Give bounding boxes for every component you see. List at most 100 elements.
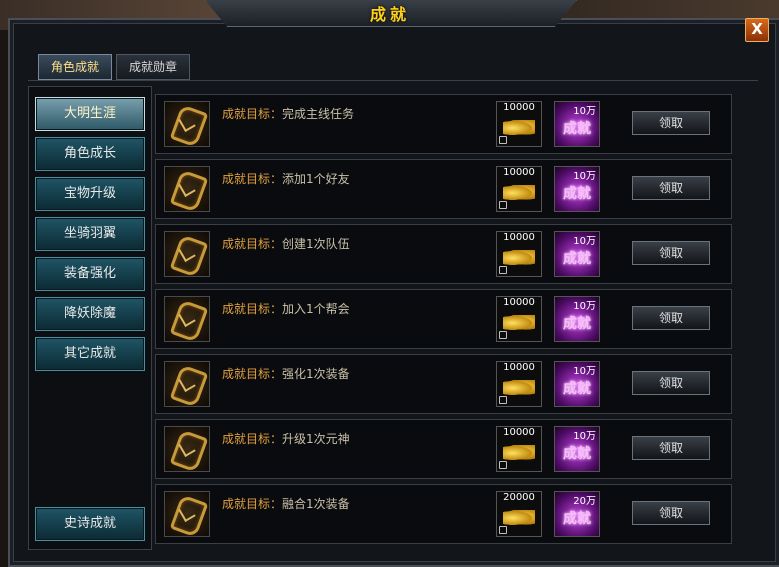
category-growth[interactable]: 角色成长 <box>35 137 145 171</box>
tab-achievement-medals[interactable]: 成就勋章 <box>116 54 190 80</box>
goal-prefix: 成就目标： <box>222 367 283 381</box>
achievement-row: 成就目标：强化1次装备 10000 10万成就 领取 <box>155 354 732 414</box>
claim-button[interactable]: 领取 <box>632 501 710 525</box>
gold-amount: 10000 <box>503 232 535 243</box>
tab-bar: 角色成就 成就勋章 <box>28 50 758 81</box>
achievement-icon <box>164 361 210 408</box>
points-amount: 20万 <box>573 496 596 507</box>
achievement-row: 成就目标：升级1次元神 10000 10万成就 领取 <box>155 419 732 479</box>
achievement-points-reward: 10万成就 <box>554 296 600 342</box>
points-amount: 10万 <box>573 301 596 312</box>
category-treasure[interactable]: 宝物升级 <box>35 177 145 211</box>
gold-amount: 10000 <box>503 102 535 113</box>
goal-description: 融合1次装备 <box>282 497 350 511</box>
gold-coins-icon <box>503 315 535 331</box>
points-label: 成就 <box>563 121 591 137</box>
claim-button[interactable]: 领取 <box>632 176 710 200</box>
achievement-goal: 成就目标：创建1次队伍 <box>222 235 350 252</box>
gold-amount: 20000 <box>503 492 535 503</box>
points-label: 成就 <box>563 316 591 332</box>
points-amount: 10万 <box>573 171 596 182</box>
category-career[interactable]: 大明生涯 <box>35 97 145 131</box>
claim-button[interactable]: 领取 <box>632 111 710 135</box>
goal-description: 创建1次队伍 <box>282 237 350 251</box>
tab-role-achievements[interactable]: 角色成就 <box>38 54 112 80</box>
points-label: 成就 <box>563 446 591 462</box>
epic-achievements-button[interactable]: 史诗成就 <box>35 507 145 541</box>
lock-icon <box>499 526 507 534</box>
achievement-goal: 成就目标：升级1次元神 <box>222 430 350 447</box>
goal-prefix: 成就目标： <box>222 497 283 511</box>
goal-description: 加入1个帮会 <box>282 302 350 316</box>
lock-icon <box>499 136 507 144</box>
gold-coins-icon <box>503 120 535 136</box>
lock-icon <box>499 266 507 274</box>
points-label: 成就 <box>563 186 591 202</box>
gold-reward: 10000 <box>496 101 542 147</box>
claim-button[interactable]: 领取 <box>632 241 710 265</box>
gold-reward: 10000 <box>496 296 542 342</box>
achievement-icon <box>164 426 210 473</box>
achievement-icon <box>164 296 210 343</box>
achievement-goal: 成就目标：加入1个帮会 <box>222 300 350 317</box>
achievement-row: 成就目标：融合1次装备 20000 20万 成就 领取 <box>155 484 732 544</box>
lock-icon <box>499 331 507 339</box>
category-mount-wings[interactable]: 坐骑羽翼 <box>35 217 145 251</box>
achievement-icon <box>164 491 210 538</box>
category-equip-enhance[interactable]: 装备强化 <box>35 257 145 291</box>
claim-button[interactable]: 领取 <box>632 436 710 460</box>
achievement-icon <box>164 166 210 213</box>
lock-icon <box>499 461 507 469</box>
gold-reward: 10000 <box>496 166 542 212</box>
category-demon-slaying[interactable]: 降妖除魔 <box>35 297 145 331</box>
claim-button[interactable]: 领取 <box>632 306 710 330</box>
achievement-row: 成就目标：添加1个好友 10000 10万成就 领取 <box>155 159 732 219</box>
goal-description: 添加1个好友 <box>282 172 350 186</box>
goal-prefix: 成就目标： <box>222 302 283 316</box>
achievement-goal: 成就目标：添加1个好友 <box>222 170 350 187</box>
gold-amount: 10000 <box>503 362 535 373</box>
gold-amount: 10000 <box>503 427 535 438</box>
achievement-points-reward: 10万成就 <box>554 166 600 212</box>
gold-coins-icon <box>503 380 535 396</box>
gold-coins-icon <box>503 445 535 461</box>
gold-amount: 10000 <box>503 297 535 308</box>
goal-prefix: 成就目标： <box>222 432 283 446</box>
achievement-row: 成就目标：完成主线任务 10000 10万成就 领取 <box>155 94 732 154</box>
achievement-points-reward: 10万成就 <box>554 361 600 407</box>
lock-icon <box>499 396 507 404</box>
window-title: 成就 <box>369 5 410 24</box>
category-sidebar: 大明生涯 角色成长 宝物升级 坐骑羽翼 装备强化 降妖除魔 其它成就 史诗成就 <box>28 86 152 550</box>
gold-coins-icon <box>503 185 535 201</box>
goal-prefix: 成就目标： <box>222 172 283 186</box>
goal-prefix: 成就目标： <box>222 107 283 121</box>
points-label: 成就 <box>563 251 591 267</box>
category-other[interactable]: 其它成就 <box>35 337 145 371</box>
goal-description: 完成主线任务 <box>282 107 355 121</box>
achievement-goal: 成就目标：完成主线任务 <box>222 105 354 122</box>
gold-reward: 10000 <box>496 426 542 472</box>
goal-prefix: 成就目标： <box>222 237 283 251</box>
goal-description: 升级1次元神 <box>282 432 350 446</box>
claim-button[interactable]: 领取 <box>632 371 710 395</box>
points-label: 成就 <box>563 381 591 397</box>
achievement-points-reward: 10万成就 <box>554 101 600 147</box>
gold-reward: 20000 <box>496 491 542 537</box>
close-button[interactable]: X <box>745 18 769 42</box>
achievement-goal: 成就目标：融合1次装备 <box>222 495 350 512</box>
achievement-points-reward: 20万 成就 <box>554 491 600 537</box>
achievement-row: 成就目标：加入1个帮会 10000 10万成就 领取 <box>155 289 732 349</box>
gold-coins-icon <box>503 510 535 526</box>
points-amount: 10万 <box>573 236 596 247</box>
lock-icon <box>499 201 507 209</box>
achievement-points-reward: 10万成就 <box>554 426 600 472</box>
points-amount: 10万 <box>573 106 596 117</box>
achievement-list: 成就目标：完成主线任务 10000 10万 成就 领取 成就目标：添加1个好友 1… <box>155 86 739 548</box>
achievement-points-reward: 10万成就 <box>554 231 600 277</box>
points-amount: 10万 <box>573 366 596 377</box>
points-amount: 10万 <box>573 431 596 442</box>
achievement-icon <box>164 231 210 278</box>
achievement-icon <box>164 101 210 148</box>
gold-amount: 10000 <box>503 167 535 178</box>
achievement-goal: 成就目标：强化1次装备 <box>222 365 350 382</box>
